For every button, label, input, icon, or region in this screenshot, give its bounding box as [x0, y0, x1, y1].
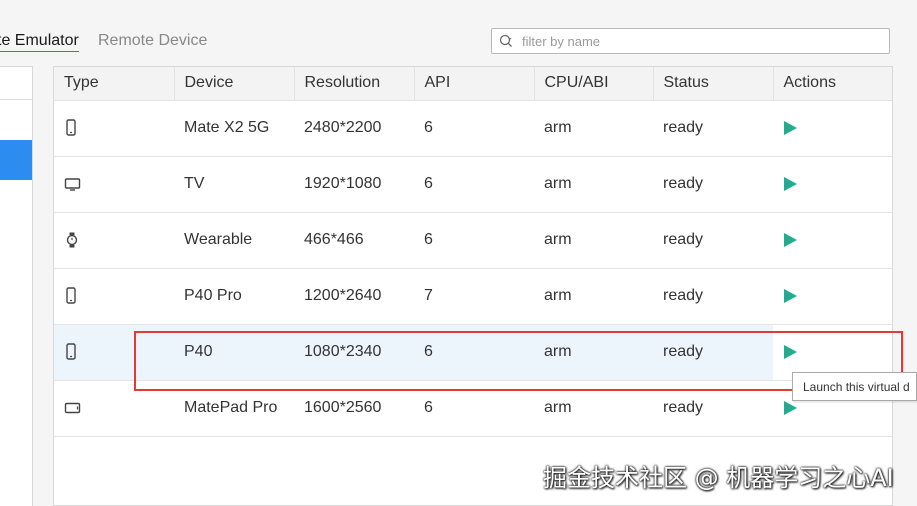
- table-row[interactable]: P40 1080*2340 6 arm ready: [54, 324, 892, 381]
- table-row[interactable]: MatePad Pro 1600*2560 6 arm ready: [54, 380, 892, 437]
- play-icon[interactable]: [784, 288, 797, 303]
- actions-cell: [773, 100, 892, 157]
- status-cell: ready: [653, 380, 773, 437]
- column-header-actions[interactable]: Actions: [773, 67, 892, 101]
- cpu-cell: arm: [534, 212, 653, 269]
- table-row[interactable]: Wearable 466*466 6 arm ready: [54, 212, 892, 269]
- api-cell: 6: [414, 156, 534, 213]
- resolution-cell: 1920*1080: [294, 156, 414, 213]
- left-panel: [0, 66, 33, 506]
- api-cell: 6: [414, 212, 534, 269]
- tab-local-emulator[interactable]: te Emulator: [0, 32, 79, 52]
- cpu-cell: arm: [534, 268, 653, 325]
- watermark: 掘金技术社区 @ 机器学习之心AI: [543, 464, 894, 492]
- status-cell: ready: [653, 324, 773, 381]
- search-input[interactable]: [522, 29, 882, 53]
- column-header-cpu-abi[interactable]: CPU/ABI: [534, 67, 654, 101]
- column-header-device[interactable]: Device: [174, 67, 295, 101]
- play-icon[interactable]: [784, 176, 797, 191]
- left-panel-divider: [0, 99, 32, 100]
- column-header-resolution[interactable]: Resolution: [294, 67, 415, 101]
- play-icon[interactable]: [784, 232, 797, 247]
- status-cell: ready: [653, 268, 773, 325]
- search-icon: [499, 34, 512, 47]
- play-icon[interactable]: [784, 120, 797, 135]
- api-cell: 6: [414, 100, 534, 157]
- device-table: Type Device Resolution API CPU/ABI Statu…: [53, 66, 893, 506]
- status-cell: ready: [653, 100, 773, 157]
- table-row[interactable]: P40 Pro 1200*2640 7 arm ready: [54, 268, 892, 325]
- type-cell: [54, 268, 174, 325]
- api-cell: 7: [414, 268, 534, 325]
- cpu-cell: arm: [534, 380, 653, 437]
- resolution-cell: 466*466: [294, 212, 414, 269]
- device-cell: Wearable: [174, 212, 294, 269]
- resolution-cell: 1600*2560: [294, 380, 414, 437]
- device-cell: Mate X2 5G: [174, 100, 294, 157]
- search-box[interactable]: [491, 28, 890, 54]
- device-cell: P40 Pro: [174, 268, 294, 325]
- resolution-cell: 1200*2640: [294, 268, 414, 325]
- table-row[interactable]: TV 1920*1080 6 arm ready: [54, 156, 892, 213]
- play-icon[interactable]: [784, 400, 797, 415]
- tv-icon: [64, 178, 81, 191]
- actions-cell: [773, 212, 892, 269]
- left-panel-selected-item[interactable]: [0, 140, 32, 180]
- cpu-cell: arm: [534, 324, 653, 381]
- type-cell: [54, 100, 174, 157]
- phone-icon: [66, 287, 76, 304]
- cpu-cell: arm: [534, 100, 653, 157]
- play-icon[interactable]: [784, 344, 797, 359]
- device-cell: MatePad Pro: [174, 380, 294, 437]
- resolution-cell: 1080*2340: [294, 324, 414, 381]
- device-cell: P40: [174, 324, 294, 381]
- type-cell: [54, 380, 174, 437]
- api-cell: 6: [414, 380, 534, 437]
- device-cell: TV: [174, 156, 294, 213]
- table-row[interactable]: Mate X2 5G 2480*2200 6 arm ready: [54, 100, 892, 157]
- column-header-api[interactable]: API: [414, 67, 535, 101]
- cpu-cell: arm: [534, 156, 653, 213]
- actions-cell: [773, 156, 892, 213]
- column-header-status[interactable]: Status: [653, 67, 774, 101]
- status-cell: ready: [653, 212, 773, 269]
- watch-icon: [66, 232, 78, 248]
- api-cell: 6: [414, 324, 534, 381]
- tablet-icon: [64, 402, 81, 413]
- phone-icon: [66, 343, 76, 360]
- table-header-row: Type Device Resolution API CPU/ABI Statu…: [54, 67, 892, 101]
- phone-icon: [66, 119, 76, 136]
- tab-remote-device[interactable]: Remote Device: [98, 32, 207, 50]
- type-cell: [54, 156, 174, 213]
- actions-cell: [773, 268, 892, 325]
- column-header-type[interactable]: Type: [54, 67, 175, 101]
- status-cell: ready: [653, 156, 773, 213]
- launch-tooltip: Launch this virtual d: [792, 372, 917, 401]
- type-cell: [54, 212, 174, 269]
- resolution-cell: 2480*2200: [294, 100, 414, 157]
- type-cell: [54, 324, 174, 381]
